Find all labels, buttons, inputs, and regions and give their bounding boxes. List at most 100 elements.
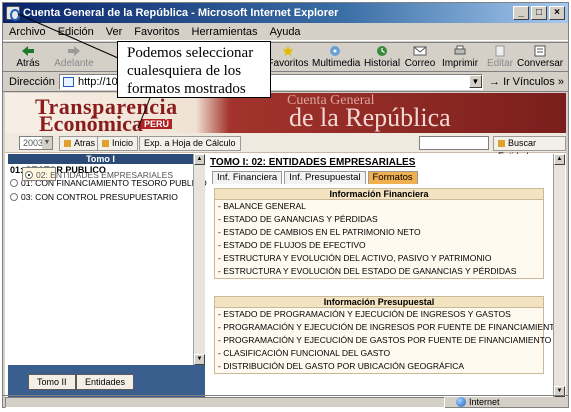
search-entity-button[interactable]: Buscar Entidad: [493, 136, 566, 161]
year-select[interactable]: 2003 ▼: [19, 136, 53, 150]
format-link[interactable]: - BALANCE GENERAL: [215, 200, 543, 213]
maximize-button[interactable]: □: [531, 6, 547, 20]
format-link[interactable]: - PROGRAMACIÓN Y EJECUCIÓN DE INGRESOS P…: [215, 321, 561, 334]
list-item-label: 02: ENTIDADES EMPRESARIALES: [36, 170, 173, 180]
list-item[interactable]: 02: ENTIDADES EMPRESARIALES: [22, 167, 173, 181]
list-item-label: 03: CON CONTROL PRESUPUESTARIO: [21, 192, 178, 202]
address-label: Dirección: [9, 76, 55, 88]
tab-presupuestal[interactable]: Inf. Presupuestal: [284, 171, 366, 184]
format-link[interactable]: - DISTRIBUCIÓN DEL GASTO POR UBICACIÓN G…: [215, 360, 543, 373]
scroll-up-icon[interactable]: ▲: [554, 154, 565, 165]
menu-archivo[interactable]: Archivo: [9, 26, 46, 38]
format-link[interactable]: - CLASIFICACIÓN FUNCIONAL DEL GASTO: [215, 347, 543, 360]
site-controls: 2003 ▼ Atras Inicio Exp. a Hoja de Cálcu…: [5, 133, 566, 161]
security-zone: Internet: [455, 397, 500, 408]
links-label: Vínculos: [512, 76, 555, 88]
minimize-button[interactable]: _: [513, 6, 529, 20]
format-link[interactable]: - ESTADO DE GANANCIAS Y PÉRDIDAS: [215, 213, 543, 226]
budget-info-box: Información Presupuestal - ESTADO DE PRO…: [214, 296, 561, 374]
list-item[interactable]: 03: CON CONTROL PRESUPUESTARIO: [8, 190, 193, 204]
page-scrollbar[interactable]: ▲ ▼: [553, 154, 565, 397]
format-link[interactable]: - PROGRAMACIÓN Y EJECUCIÓN DE GASTOS POR…: [215, 334, 551, 347]
discuss-button[interactable]: Conversar: [517, 45, 563, 71]
annotation-callout: Podemos seleccionar cualesquiera de los …: [117, 41, 271, 98]
menu-herramientas[interactable]: Herramientas: [192, 26, 258, 38]
financial-info-box: Información Financiera - BALANCE GENERAL…: [214, 188, 544, 279]
format-link[interactable]: - ESTADO DE FLUJOS DE EFECTIVO: [215, 239, 543, 252]
tab-formatos[interactable]: Formatos: [367, 171, 418, 184]
print-icon: [454, 45, 466, 55]
radio-icon: [10, 179, 18, 187]
menu-ayuda[interactable]: Ayuda: [270, 26, 301, 38]
mail-label: Correo: [404, 58, 436, 69]
menu-bar: Archivo Edición Ver Favoritos Herramient…: [3, 23, 568, 41]
history-icon: [377, 46, 387, 56]
back-button[interactable]: Atrás: [5, 45, 51, 71]
favorites-label: Favoritos: [267, 58, 309, 69]
browser-toolbar: Atrás Adelante Favoritos Multimedia Hist…: [3, 42, 568, 72]
tomo-footer: Tomo II Entidades: [8, 365, 205, 397]
tomo2-button[interactable]: Tomo II: [28, 374, 76, 390]
discuss-label: Conversar: [517, 58, 564, 69]
menu-edicion[interactable]: Edición: [58, 26, 94, 38]
go-label: Ir: [503, 76, 510, 88]
links-button[interactable]: Vínculos »: [513, 76, 564, 88]
ie-icon: [6, 6, 20, 21]
forward-arrow-icon: [68, 46, 80, 56]
print-label: Imprimir: [441, 58, 479, 69]
multimedia-icon: [330, 46, 340, 56]
scroll-up-icon[interactable]: ▲: [194, 154, 205, 165]
list-scrollbar[interactable]: ▲ ▼: [193, 154, 205, 365]
site-banner: Transparencia Económica PERÚ Cuenta Gene…: [5, 93, 566, 133]
year-value: 2003: [23, 138, 44, 148]
page-content: Transparencia Económica PERÚ Cuenta Gene…: [5, 93, 566, 397]
format-link[interactable]: - ESTADO DE CAMBIOS EN EL PATRIMONIO NET…: [215, 226, 543, 239]
address-bar: Dirección http://10.6.6.3/ ▼ → Ir Víncul…: [3, 73, 568, 92]
multimedia-label: Multimedia: [312, 58, 361, 69]
country-badge: PERÚ: [141, 119, 173, 129]
discuss-icon: [534, 45, 546, 57]
home-icon: [102, 140, 109, 147]
entity-list: 01: SECTOR PUBLICO 01: CON FINANCIAMIENT…: [8, 164, 207, 365]
status-text-area: [5, 397, 445, 408]
favorites-icon: [282, 46, 294, 56]
chevron-down-icon: ▼: [42, 137, 52, 149]
menu-ver[interactable]: Ver: [106, 26, 123, 38]
menu-favoritos[interactable]: Favoritos: [134, 26, 179, 38]
budget-info-header: Información Presupuestal: [215, 297, 543, 308]
site-back-button[interactable]: Atras: [59, 136, 101, 151]
tab-financiera[interactable]: Inf. Financiera: [212, 171, 283, 184]
favorites-button[interactable]: Favoritos: [265, 45, 311, 71]
scroll-down-icon[interactable]: ▼: [194, 354, 205, 365]
radio-icon: [10, 193, 18, 201]
formats-panel: TOMO I: 02: ENTIDADES EMPRESARIALES Inf.…: [208, 154, 561, 397]
export-label: Exp. a Hoja de Cálculo: [144, 138, 236, 148]
financial-info-header: Información Financiera: [215, 189, 543, 200]
radio-selected-icon: [25, 171, 33, 179]
address-dropdown-icon[interactable]: ▼: [469, 75, 482, 88]
panel-title: TOMO I: 02: ENTIDADES EMPRESARIALES: [210, 157, 416, 168]
globe-icon: [456, 397, 466, 407]
page-icon: [63, 77, 74, 87]
export-button[interactable]: Exp. a Hoja de Cálculo: [139, 136, 241, 151]
browser-window: Cuenta General de la República - Microso…: [2, 2, 569, 408]
search-entity-input[interactable]: [419, 136, 489, 150]
edit-label: Editar: [486, 58, 514, 69]
mail-icon: [413, 46, 427, 56]
site-back-label: Atras: [74, 138, 96, 148]
entidades-button[interactable]: Entidades: [76, 374, 135, 390]
forward-label: Adelante: [54, 58, 94, 69]
multimedia-button[interactable]: Multimedia: [312, 45, 361, 71]
format-link[interactable]: - ESTRUCTURA Y EVOLUCIÓN DEL ACTIVO, PAS…: [215, 252, 543, 265]
format-link[interactable]: - ESTRUCTURA Y EVOLUCIÓN DEL ESTADO DE G…: [215, 265, 543, 278]
window-title: Cuenta General de la República - Microso…: [23, 7, 339, 19]
go-button[interactable]: → Ir: [489, 76, 510, 88]
title-bar: Cuenta General de la República - Microso…: [3, 3, 568, 23]
home-button[interactable]: Inicio: [97, 136, 139, 151]
forward-button[interactable]: Adelante: [51, 45, 97, 71]
back-label: Atrás: [16, 58, 40, 69]
tomo-header: Tomo I: [8, 154, 193, 164]
back-icon: [64, 140, 71, 147]
format-link[interactable]: - ESTADO DE PROGRAMACIÓN Y EJECUCIÓN DE …: [215, 308, 543, 321]
close-button[interactable]: ×: [549, 6, 565, 20]
